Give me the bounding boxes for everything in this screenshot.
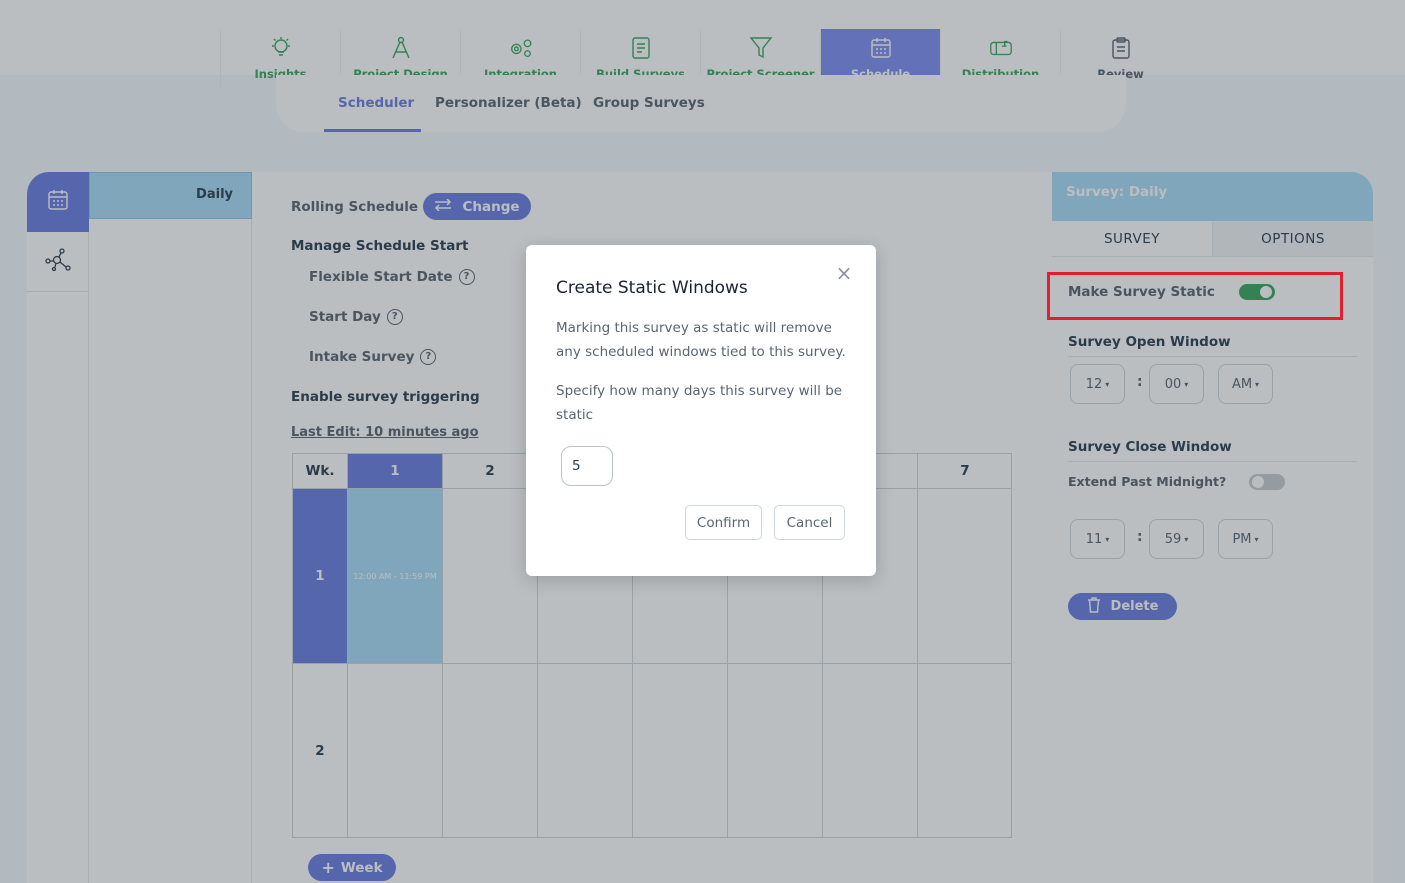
dialog-title: Create Static Windows	[556, 278, 748, 298]
highlight-annotation	[1047, 272, 1343, 320]
create-static-windows-dialog: Create Static Windows × Marking this sur…	[526, 245, 876, 576]
dialog-prompt: Specify how many days this survey will b…	[556, 383, 843, 423]
close-icon[interactable]: ×	[834, 263, 854, 283]
dialog-description: Marking this survey as static will remov…	[556, 320, 846, 360]
static-days-input[interactable]	[561, 446, 613, 486]
confirm-button[interactable]: Confirm	[685, 505, 762, 540]
cancel-button[interactable]: Cancel	[774, 505, 845, 540]
